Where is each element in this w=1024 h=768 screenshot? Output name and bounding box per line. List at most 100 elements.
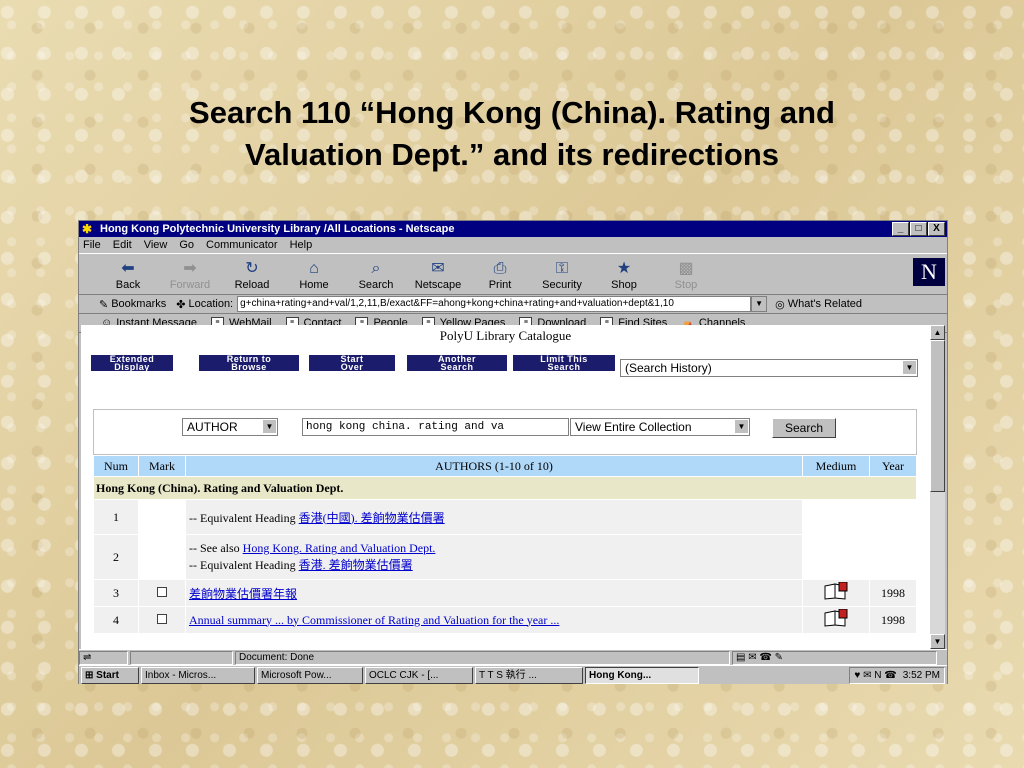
col-medium: Medium	[803, 456, 869, 476]
limit-this-search-button[interactable]: Limit This Search	[513, 355, 615, 372]
another-search-button[interactable]: Another Search	[407, 355, 507, 372]
reload-label: Reload	[234, 279, 270, 291]
windows-taskbar: ⊞ Start Inbox - Micros... Microsoft Pow.…	[79, 665, 947, 684]
whats-related-button[interactable]: What's Related	[788, 298, 862, 310]
menu-view[interactable]: View	[144, 239, 168, 251]
print-button[interactable]: ⎙ Print	[469, 259, 531, 294]
collection-value: View Entire Collection	[575, 420, 692, 434]
close-button[interactable]: X	[928, 222, 945, 236]
heading-row: Hong Kong (China). Rating and Valuation …	[94, 477, 916, 499]
start-over-button[interactable]: Start Over	[309, 355, 395, 372]
taskbar-item-netscape[interactable]: Hong Kong...	[585, 666, 699, 684]
start-button[interactable]: ⊞ Start	[81, 666, 139, 684]
table-row: 2 -- See also Hong Kong. Rating and Valu…	[94, 535, 916, 579]
clock: 3:52 PM	[902, 669, 940, 681]
shop-button[interactable]: ★ Shop	[593, 259, 655, 294]
lock-icon: ⚿	[555, 260, 569, 277]
forward-button[interactable]: ➡ Forward	[159, 259, 221, 294]
window-title: Hong Kong Polytechnic University Library…	[100, 223, 455, 235]
location-bar: ✎ Bookmarks ✤ Location: g+china+rating+a…	[79, 295, 947, 314]
menu-help[interactable]: Help	[290, 239, 313, 251]
connection-icon: ⇌	[79, 651, 128, 665]
collection-select[interactable]: View Entire Collection ▼	[570, 418, 750, 436]
search-history-select[interactable]: (Search History) ▼	[620, 359, 918, 377]
chevron-down-icon: ▼	[735, 420, 748, 433]
see-also-link[interactable]: Hong Kong. Rating and Valuation Dept.	[243, 541, 436, 555]
search-type-select[interactable]: AUTHOR ▼	[182, 418, 278, 436]
row-content: Annual summary ... by Commissioner of Ra…	[186, 607, 802, 633]
scroll-thumb[interactable]	[930, 340, 945, 492]
medium-cell	[803, 607, 869, 633]
bookmarks-button[interactable]: Bookmarks	[111, 298, 166, 310]
results-header-row: Num Mark AUTHORS (1-10 of 10) Medium Yea…	[94, 456, 916, 476]
search-text-input[interactable]: hong kong china. rating and va	[302, 418, 569, 436]
menu-file[interactable]: File	[83, 239, 101, 251]
taskbar-item-powerpoint[interactable]: Microsoft Pow...	[257, 666, 363, 684]
return-to-browse-button[interactable]: Return to Browse	[199, 355, 299, 372]
status-text: Document: Done	[235, 651, 730, 665]
url-dropdown-icon[interactable]: ▼	[751, 296, 768, 312]
catalogue-search-button[interactable]: Search	[772, 418, 836, 438]
book-icon	[824, 582, 848, 600]
equivalent-heading-link[interactable]: 香港(中國). 差餉物業估價署	[299, 511, 445, 525]
row-num: 1	[94, 500, 138, 534]
row-content: 差餉物業估價署年報	[186, 580, 802, 606]
slide-title: Search 110 “Hong Kong (China). Rating an…	[0, 92, 1024, 176]
shop-icon: ★	[616, 260, 632, 277]
location-icon: ✤	[176, 298, 186, 311]
stop-label: Stop	[674, 279, 698, 291]
minimize-button[interactable]: _	[892, 222, 909, 236]
vertical-scrollbar[interactable]: ▲ ▼	[930, 325, 945, 649]
medium-blank	[803, 500, 916, 579]
chevron-down-icon: ▼	[903, 361, 916, 374]
title-link[interactable]: Annual summary ... by Commissioner of Ra…	[189, 613, 559, 627]
netscape-logo[interactable]: N	[913, 258, 945, 286]
netscape-window: ✱ Hong Kong Polytechnic University Libra…	[78, 220, 948, 684]
url-input[interactable]: g+china+rating+and+val/1,2,11,B/exact&FF…	[237, 296, 752, 312]
print-label: Print	[488, 279, 512, 291]
home-button[interactable]: ⌂ Home	[283, 259, 345, 294]
location-label: Location:	[188, 298, 234, 310]
back-icon: ⬅	[121, 260, 135, 277]
taskbar-label: OCLC CJK - [...	[369, 669, 439, 681]
menu-edit[interactable]: Edit	[113, 239, 132, 251]
back-label: Back	[115, 279, 141, 291]
nav-label: Over	[340, 362, 364, 372]
extended-display-button[interactable]: Extended Display	[91, 355, 173, 372]
search-label: Search	[358, 279, 394, 291]
status-bar: ⇌ Document: Done ▤ ✉ ☎ ✎	[79, 649, 947, 666]
netscape-app-icon: ✱	[82, 221, 93, 236]
search-button[interactable]: ⌕ Search	[345, 259, 407, 294]
year-cell: 1998	[870, 580, 916, 606]
taskbar-item-tts[interactable]: T T S 執行 ...	[475, 666, 583, 684]
taskbar-item-oclc[interactable]: OCLC CJK - [...	[365, 666, 473, 684]
menu-go[interactable]: Go	[179, 239, 194, 251]
tray-icons: ♥ ✉ N ☎	[854, 669, 897, 681]
bookmarks-icon: ✎	[99, 298, 109, 311]
search-icon: ⌕	[371, 260, 381, 277]
scroll-up-icon[interactable]: ▲	[930, 325, 945, 340]
table-row: 4 Annual summary ... by Commissioner of …	[94, 607, 916, 633]
reload-button[interactable]: ↻ Reload	[221, 259, 283, 294]
nav-label: Browse	[231, 362, 267, 372]
security-button[interactable]: ⚿ Security	[531, 259, 593, 294]
scroll-down-icon[interactable]: ▼	[930, 634, 945, 649]
mark-checkbox[interactable]	[139, 580, 185, 606]
checkbox-icon	[157, 613, 167, 624]
equivalent-heading-link[interactable]: 香港. 差餉物業估價署	[299, 558, 413, 572]
taskbar-item-inbox[interactable]: Inbox - Micros...	[141, 666, 255, 684]
maximize-button[interactable]: □	[910, 222, 927, 236]
stop-button[interactable]: ▩ Stop	[655, 259, 717, 294]
mark-checkbox[interactable]	[139, 607, 185, 633]
netscape-button[interactable]: ✉ Netscape	[407, 259, 469, 294]
whats-related-icon: ◎	[775, 298, 785, 311]
back-button[interactable]: ⬅ Back	[97, 259, 159, 294]
title-link[interactable]: 差餉物業估價署年報	[189, 587, 297, 601]
chevron-down-icon: ▼	[263, 420, 276, 433]
mark-blank	[139, 500, 185, 579]
forward-icon: ➡	[183, 260, 197, 277]
menu-bar: File Edit View Go Communicator Help	[79, 237, 947, 253]
table-row: 1 -- Equivalent Heading 香港(中國). 差餉物業估價署	[94, 500, 916, 579]
checkbox-icon	[157, 586, 167, 597]
menu-communicator[interactable]: Communicator	[206, 239, 278, 251]
